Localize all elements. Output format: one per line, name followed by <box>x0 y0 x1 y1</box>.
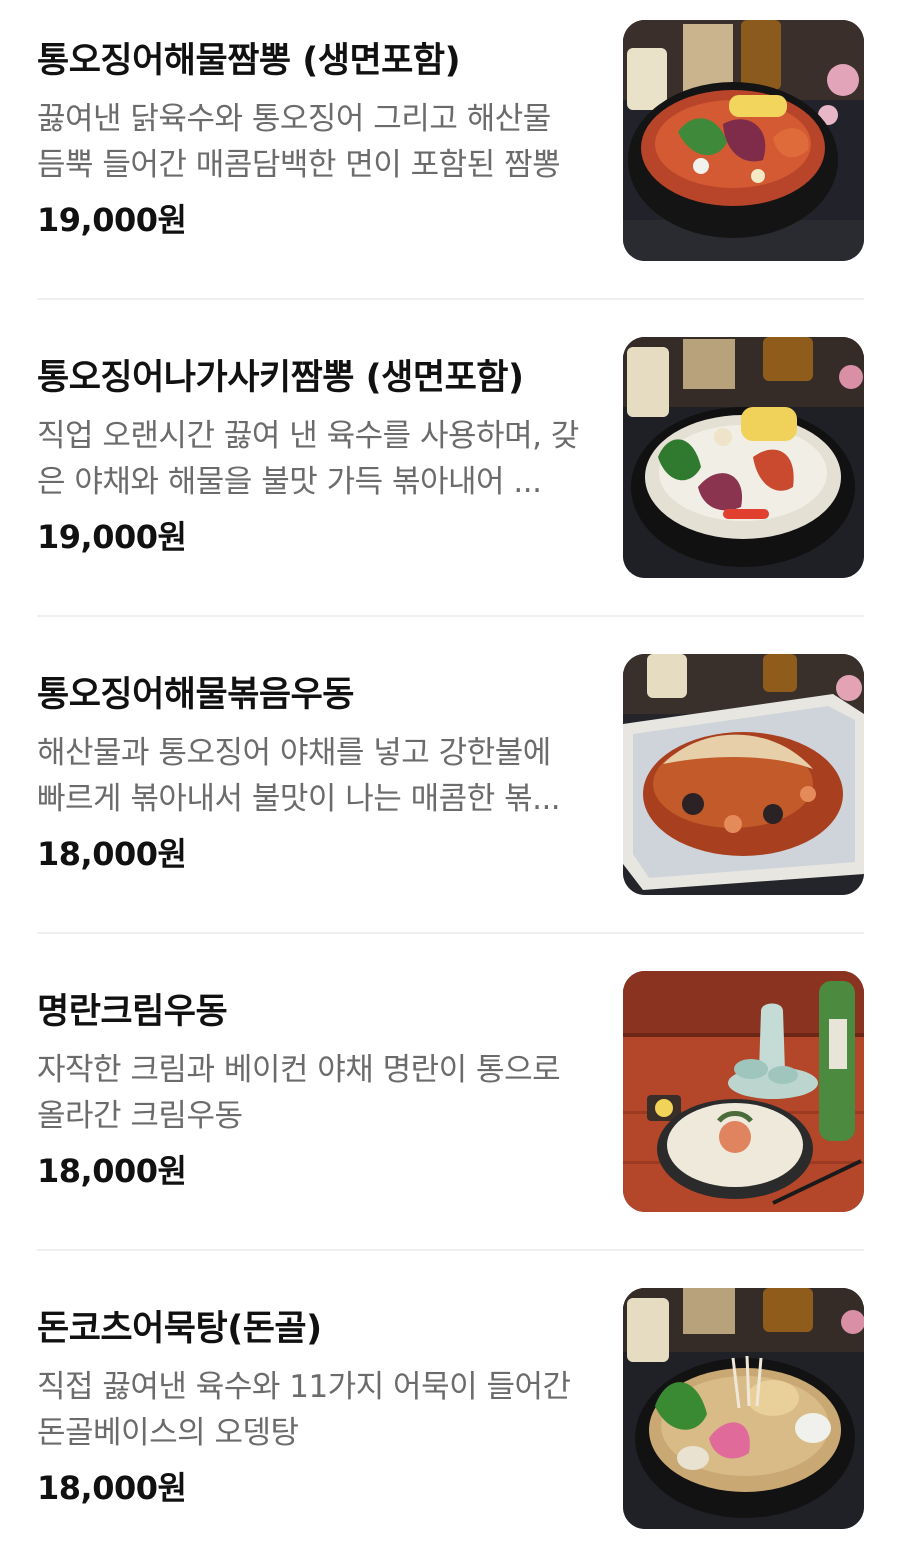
item-divider <box>37 615 864 617</box>
menu-item-title: 통오징어해물짬뽕 (생면포함) <box>37 41 461 81</box>
menu-item-price: 19,000원 <box>37 201 187 239</box>
menu-item[interactable]: 통오징어해물볶음우동 해산물과 통오징어 야채를 넣고 강한불에 빠르게 볶아내… <box>0 634 900 934</box>
menu-item[interactable]: 통오징어나가사키짬뽕 (생면포함) 직업 오랜시간 끓여 낸 육수를 사용하며,… <box>0 317 900 617</box>
menu-item[interactable]: 통오징어해물짬뽕 (생면포함) 끓여낸 닭육수와 통오징어 그리고 해산물 듬뿍… <box>0 0 900 300</box>
menu-item-title: 명란크림우동 <box>37 992 228 1032</box>
item-divider <box>37 932 864 934</box>
item-divider <box>37 298 864 300</box>
nagasaki-champon-photo[interactable] <box>623 337 864 578</box>
menu-item-description: 직접 끓여낸 육수와 11가지 어묵이 들어간 돈골베이스의 오뎅탕 <box>37 1369 571 1451</box>
menu-item-description: 직업 오랜시간 끓여 낸 육수를 사용하며, 갖은 야채와 해물을 불맛 가득 … <box>37 418 579 500</box>
spicy-seafood-champon-photo[interactable] <box>623 20 864 261</box>
menu-item-title: 통오징어나가사키짬뽕 (생면포함) <box>37 358 524 398</box>
menu-item-price: 18,000원 <box>37 1469 187 1507</box>
menu-item[interactable]: 돈코츠어묵탕(돈골) 직접 끓여낸 육수와 11가지 어묵이 들어간 돈골베이스… <box>0 1268 900 1568</box>
tonkotsu-oden-photo[interactable] <box>623 1288 864 1529</box>
stir-fried-udon-photo[interactable] <box>623 654 864 895</box>
menu-item-title: 돈코츠어묵탕(돈골) <box>37 1309 322 1349</box>
menu-list: 통오징어해물짬뽕 (생면포함) 끓여낸 닭육수와 통오징어 그리고 해산물 듬뿍… <box>0 0 900 1534</box>
menu-item[interactable]: 명란크림우동 자작한 크림과 베이컨 야채 명란이 통으로 올라간 크림우동 1… <box>0 951 900 1251</box>
menu-item-price: 19,000원 <box>37 518 187 556</box>
menu-item-title: 통오징어해물볶음우동 <box>37 675 355 715</box>
menu-item-description: 끓여낸 닭육수와 통오징어 그리고 해산물 듬뿍 들어간 매콤담백한 면이 포함… <box>37 101 561 183</box>
menu-item-price: 18,000원 <box>37 1152 187 1190</box>
menu-item-description: 자작한 크림과 베이컨 야채 명란이 통으로 올라간 크림우동 <box>37 1052 561 1134</box>
item-divider <box>37 1249 864 1251</box>
menu-item-price: 18,000원 <box>37 835 187 873</box>
menu-item-description: 해산물과 통오징어 야채를 넣고 강한불에 빠르게 볶아내서 불맛이 나는 매콤… <box>37 735 561 817</box>
mentaiko-cream-udon-photo[interactable] <box>623 971 864 1212</box>
